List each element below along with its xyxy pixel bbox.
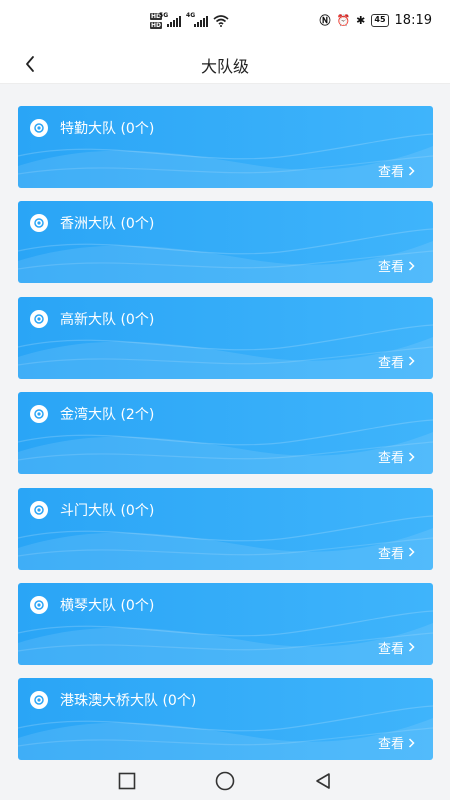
- nfc-icon: Ⓝ: [319, 14, 331, 27]
- chevron-right-icon: [408, 738, 415, 748]
- card-title: 特勤大队 (0个): [60, 121, 155, 137]
- card-title: 横琴大队 (0个): [60, 597, 155, 614]
- view-link[interactable]: 查看: [378, 543, 415, 562]
- view-label: 查看: [377, 165, 404, 180]
- system-nav-bar: [0, 760, 450, 800]
- police-badge-icon: [30, 309, 48, 328]
- brigade-card[interactable]: 港珠澳大桥大队 (0个) 查看: [18, 678, 433, 761]
- view-link[interactable]: 查看: [378, 447, 415, 466]
- chevron-right-icon: [408, 356, 415, 366]
- view-link[interactable]: 查看: [378, 638, 415, 657]
- view-link[interactable]: 查看: [378, 352, 415, 371]
- view-link[interactable]: 查看: [378, 256, 415, 275]
- status-left-icons: HD HD 5G 4G: [150, 12, 229, 29]
- view-label: 查看: [377, 260, 404, 276]
- brigade-card[interactable]: 金湾大队 (2个) 查看: [18, 392, 433, 475]
- view-label: 查看: [377, 737, 404, 753]
- chevron-right-icon: [408, 165, 415, 176]
- police-badge-icon: [30, 500, 48, 519]
- system-back-button[interactable]: [312, 770, 334, 792]
- status-bar: HD HD 5G 4G Ⓝ ⏰ ✱ 45 18:19: [0, 0, 450, 44]
- signal-5g-icon: 5G: [159, 12, 182, 27]
- hd-badge-2: HD: [150, 22, 163, 29]
- view-label: 查看: [377, 641, 404, 657]
- signal-4g-icon: 4G: [186, 12, 209, 27]
- triangle-back-icon: [316, 773, 330, 789]
- view-label: 查看: [377, 451, 404, 467]
- brigade-card[interactable]: 斗门大队 (0个) 查看: [18, 487, 433, 570]
- wifi-icon: [213, 15, 229, 27]
- chevron-right-icon: [408, 261, 415, 271]
- chevron-right-icon: [408, 452, 415, 462]
- net-4g-label: 4G: [186, 11, 196, 19]
- chevron-right-icon: [408, 642, 415, 652]
- status-time: 18:19: [394, 12, 432, 28]
- card-title: 香洲大队 (0个): [60, 216, 155, 233]
- battery-level: 45: [374, 15, 386, 24]
- card-title: 港珠澳大桥大队 (0个): [60, 693, 197, 710]
- recent-apps-button[interactable]: [116, 770, 138, 792]
- brigade-card[interactable]: 高新大队 (0个) 查看: [18, 296, 433, 379]
- card-title: 金湾大队 (2个): [60, 407, 155, 424]
- page-title: 大队级: [200, 57, 249, 76]
- bluetooth-icon: ✱: [356, 13, 366, 27]
- brigade-list: 特勤大队 (0个) 查看 香洲大队 (0个) 查看 高新大队 (0个) 查看 金…: [18, 106, 433, 774]
- view-link[interactable]: 查看: [378, 161, 415, 180]
- circle-icon: [215, 771, 235, 791]
- brigade-card[interactable]: 特勤大队 (0个) 查看: [18, 106, 433, 188]
- net-5g-label: 5G: [159, 11, 169, 19]
- square-icon: [118, 772, 136, 790]
- police-badge-icon: [30, 119, 48, 137]
- status-right-icons: Ⓝ ⏰ ✱ 45 18:19: [319, 12, 432, 28]
- card-title: 斗门大队 (0个): [60, 502, 155, 519]
- view-label: 查看: [377, 355, 404, 371]
- top-nav-bar: 大队级: [0, 44, 450, 84]
- view-label: 查看: [377, 546, 404, 562]
- view-link[interactable]: 查看: [378, 733, 415, 752]
- brigade-card[interactable]: 香洲大队 (0个) 查看: [18, 201, 433, 284]
- alarm-icon: ⏰: [336, 13, 351, 27]
- brigade-card[interactable]: 横琴大队 (0个) 查看: [18, 582, 433, 665]
- home-button[interactable]: [214, 770, 236, 792]
- battery-icon: 45: [371, 13, 389, 27]
- card-title: 高新大队 (0个): [60, 311, 155, 328]
- chevron-right-icon: [408, 547, 415, 557]
- police-badge-icon: [30, 595, 48, 614]
